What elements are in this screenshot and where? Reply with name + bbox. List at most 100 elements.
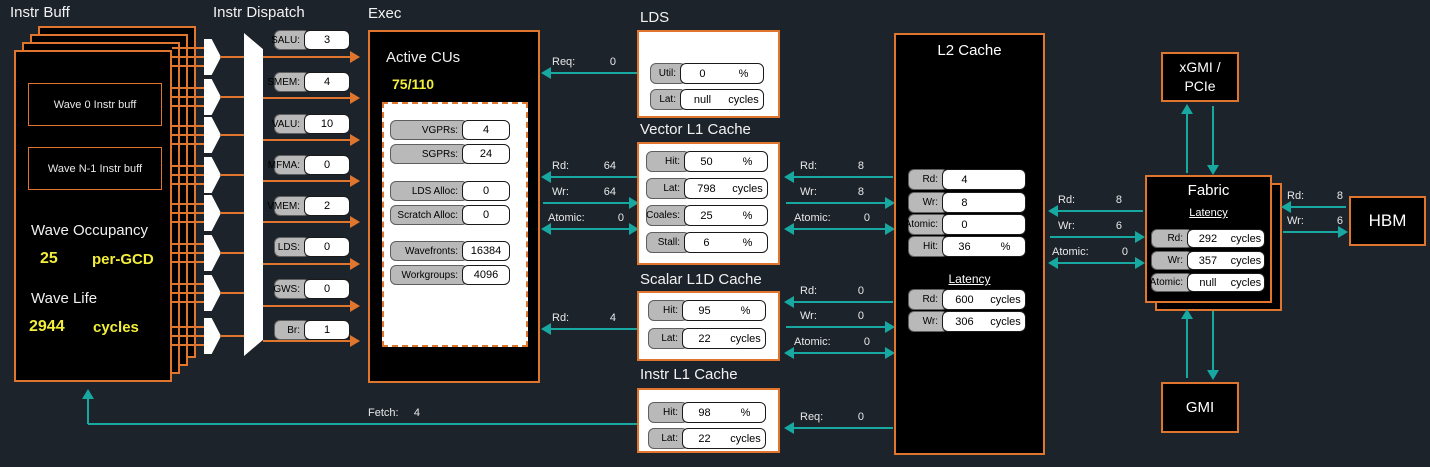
arrow-vl1-l2-atomic (784, 223, 895, 235)
field-value: 24 (462, 144, 510, 164)
field-l2-atomic: Atomic: 0 (905, 214, 1026, 235)
mux-5-input-wire-1 (172, 252, 204, 254)
dispatch-mux-2 (204, 117, 221, 153)
flow-lds-req: Req: 0 (552, 56, 616, 68)
scalar-l1d-title: Scalar L1D Cache (640, 271, 762, 288)
dispatch-mux-7 (204, 318, 221, 354)
field-lds-alloc: LDS Alloc: 0 (390, 181, 510, 201)
field-fabric-rd: Rd: 292 cycles (1151, 229, 1265, 248)
field-vl1-stall: Stall: 6% (646, 232, 768, 253)
mux-0-input-wire-1 (172, 56, 204, 58)
field-label: Workgroups: (390, 265, 468, 285)
field-value: 0 (462, 205, 510, 225)
hbm-box: HBM (1349, 196, 1426, 246)
xgmi-pcie-box: xGMI / PCIe (1161, 52, 1239, 102)
wave-life-value: 2944 (29, 318, 65, 335)
field-label: LDS Alloc: (390, 181, 468, 201)
mux-2-output-wire (220, 134, 244, 136)
xgmi-line1: xGMI / (1179, 59, 1221, 76)
mux-1-output-wire (220, 96, 244, 98)
fabric-latency-label: Latency (1189, 207, 1228, 219)
waveN-label: Wave N-1 Instr buff (47, 162, 143, 175)
mux-6-input-wire-2 (172, 301, 204, 303)
field-value: 0 (462, 181, 510, 201)
mux-0-output-wire (220, 56, 244, 58)
instr-l1-title: Instr L1 Cache (640, 366, 738, 383)
arrow-fabric-to-hbm-wr (1283, 226, 1348, 238)
counter-valu: VALU: 10 (272, 114, 350, 134)
arrow-fabric-to-gmi (1207, 311, 1219, 380)
flow-sl1d-l2-atomic: Atomic: 0 (794, 336, 870, 348)
field-value: 4 (462, 120, 510, 140)
field-value: 16384 (462, 241, 510, 261)
field-l2-rd: Rd: 4 (908, 169, 1026, 190)
mux-3-input-wire-0 (172, 165, 204, 167)
arrow-sl1d-rd (541, 323, 637, 335)
mux-1-input-wire-0 (172, 87, 204, 89)
field-value: 357 cycles (1187, 251, 1265, 270)
field-value: 95% (682, 300, 766, 321)
flow-vl1-l2-wr: Wr: 8 (800, 186, 864, 198)
fetch-line (88, 423, 637, 425)
wave-life-label: Wave Life (31, 290, 98, 307)
flow-vl1-rd: Rd: 64 (552, 160, 616, 172)
mux-6-input-wire-0 (172, 283, 204, 285)
counter-smem: SMEM: 4 (267, 72, 350, 92)
dispatch-arrow-2 (263, 134, 360, 146)
field-lds-util: Util: 0% (650, 63, 764, 84)
l2-cache-title: L2 Cache (937, 42, 1002, 59)
mux-5-output-wire (220, 252, 244, 254)
mux-0-input-wire-0 (172, 47, 204, 49)
mux-2-input-wire-2 (172, 143, 204, 145)
field-scratch-alloc: Scratch Alloc: 0 (390, 205, 510, 225)
counter-lds: LDS: 0 (274, 237, 350, 257)
field-label: VGPRs: (390, 120, 468, 140)
flow-l2-fabric-atomic: Atomic: 0 (1052, 246, 1128, 258)
arrow-xgmi-to-fabric (1207, 106, 1219, 175)
field-vl1-coales: Coales: 25% (646, 205, 768, 226)
flow-sl1d-rd: Rd: 4 (552, 312, 616, 324)
mux-3-output-wire (220, 174, 244, 176)
field-fabric-wr: Wr: 357 cycles (1151, 251, 1265, 270)
flow-vl1-atomic: Atomic: 0 (548, 212, 624, 224)
field-value: 0% (680, 63, 764, 84)
counter-value: 2 (304, 196, 350, 216)
field-value: null cycles (680, 89, 764, 110)
counter-value: 3 (304, 30, 350, 50)
field-label: Scratch Alloc: (390, 205, 468, 225)
dispatch-arrow-0 (263, 51, 360, 63)
field-value: 6% (684, 232, 768, 253)
instr-dispatch-title: Instr Dispatch (213, 4, 305, 21)
dispatch-arrow-1 (263, 92, 360, 104)
instr-buff-title: Instr Buff (10, 4, 70, 21)
arrow-l2-fabric-rd (1048, 205, 1143, 217)
mux-7-input-wire-2 (172, 344, 204, 346)
field-il1-lat: Lat: 22 cycles (648, 428, 766, 449)
mux-2-input-wire-0 (172, 125, 204, 127)
field-l2-wr: Wr: 8 (908, 192, 1026, 213)
dispatch-mux-0 (204, 39, 221, 75)
mux-4-input-wire-1 (172, 212, 204, 214)
field-value: 0 (942, 214, 1026, 235)
mux-4-input-wire-2 (172, 221, 204, 223)
dispatch-arrow-7 (263, 335, 360, 347)
counter-value: 1 (304, 320, 350, 340)
field-value: 600 cycles (942, 289, 1026, 310)
lds-title: LDS (640, 9, 670, 26)
mux-2-input-wire-1 (172, 134, 204, 136)
flow-il1-l2-req: Req: 0 (800, 411, 864, 423)
flow-l2-fabric-wr: Wr: 6 (1058, 220, 1122, 232)
mux-0-input-wire-2 (172, 65, 204, 67)
field-sl1d-hit: Hit: 95% (648, 300, 766, 321)
field-value: 22 cycles (682, 328, 766, 349)
arrow-vl1-wr (543, 197, 639, 209)
field-sgprs: SGPRs: 24 (390, 144, 510, 164)
arrow-fabric-to-xgmi (1181, 104, 1193, 173)
field-value: 306 cycles (942, 311, 1026, 332)
field-value: 50% (684, 151, 768, 172)
flow-vl1-l2-atomic: Atomic: 0 (794, 212, 870, 224)
xgmi-line2: PCIe (1184, 78, 1216, 94)
dispatch-mux-5 (204, 235, 221, 271)
counter-value: 10 (304, 114, 350, 134)
field-value: 22 cycles (682, 428, 766, 449)
